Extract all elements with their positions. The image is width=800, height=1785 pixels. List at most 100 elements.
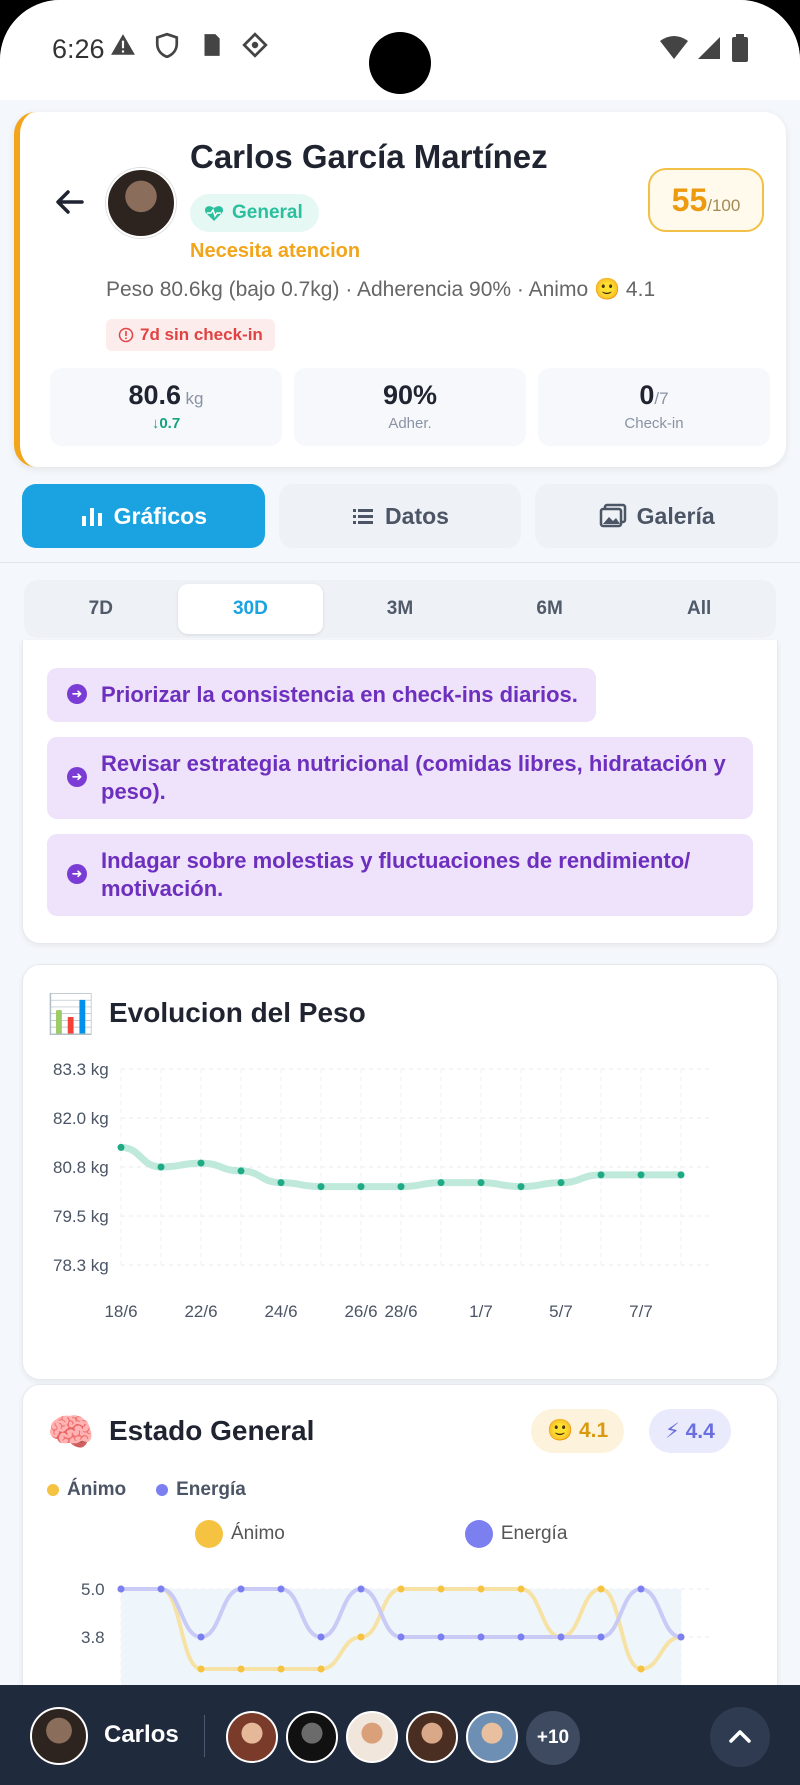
x-tick-label: 28/6 — [384, 1302, 417, 1321]
y-tick-label: 5.0 — [81, 1580, 105, 1599]
energy-average-pill: ⚡ 4.4 — [649, 1409, 731, 1453]
stat-value: 90% — [382, 380, 438, 410]
range-3m[interactable]: 3M — [327, 584, 473, 634]
series-point — [597, 1633, 605, 1641]
client-summary: Peso 80.6kg (bajo 0.7kg) · Adherencia 90… — [106, 278, 656, 301]
client-name: Carlos García Martínez — [190, 138, 548, 175]
series-point — [437, 1585, 445, 1593]
weight-point — [677, 1171, 685, 1179]
y-tick-label: 3.8 — [81, 1628, 105, 1647]
series-point — [277, 1665, 285, 1673]
weight-point — [117, 1143, 125, 1151]
status-bar: 6:26 — [0, 0, 800, 100]
divider — [204, 1715, 205, 1757]
stat-value: 0 — [639, 380, 655, 410]
current-client-avatar[interactable] — [30, 1707, 88, 1765]
series-point — [637, 1665, 645, 1673]
more-clients-button[interactable]: +10 — [526, 1711, 580, 1765]
series-point — [277, 1585, 285, 1593]
checkin-warning: 7d sin check-in — [106, 319, 275, 351]
list-icon — [353, 509, 374, 524]
legend-label: Ánimo — [231, 1523, 285, 1544]
card-title: Estado General — [109, 1415, 315, 1446]
y-tick-label: 78.3 kg — [53, 1256, 109, 1275]
brain-emoji-icon: 🧠 — [47, 1412, 95, 1454]
stat-checkin: 0/7 Check-in — [538, 368, 770, 446]
series-point — [317, 1633, 325, 1641]
series-point — [557, 1633, 565, 1641]
client-avatar-1[interactable] — [226, 1711, 278, 1763]
mood-chart-card: 🧠 Estado General 🙂 4.1 ⚡ 4.4 Ánimo Energ… — [22, 1384, 778, 1724]
tab-graficos[interactable]: Gráficos — [22, 484, 265, 548]
weight-point — [597, 1171, 605, 1179]
range-30d[interactable]: 30D — [177, 584, 324, 634]
weight-point — [157, 1163, 165, 1171]
series-point — [477, 1633, 485, 1641]
series-point — [117, 1585, 125, 1593]
range-6m[interactable]: 6M — [477, 584, 623, 634]
range-7d[interactable]: 7D — [28, 584, 174, 634]
bottom-client-switcher: Carlos +10 — [0, 1685, 800, 1785]
legend-top: Ánimo Energía — [47, 1479, 246, 1501]
legend-label: Ánimo — [67, 1479, 127, 1500]
recommendations-card: ➜ Priorizar la consistencia en check-ins… — [22, 640, 778, 944]
sd-card-icon — [204, 34, 220, 56]
series-point — [197, 1633, 205, 1641]
legend-dot-mood — [47, 1484, 59, 1496]
back-arrow-icon[interactable] — [50, 182, 90, 222]
front-camera — [369, 32, 431, 94]
mood-average-pill: 🙂 4.1 — [531, 1409, 625, 1453]
chart-emoji-icon: 📊 — [47, 994, 95, 1036]
stat-sub: ↓0.7 — [151, 415, 181, 432]
bar-chart-icon — [81, 508, 102, 526]
client-avatar-2[interactable] — [286, 1711, 338, 1763]
legend-swatch-mood — [195, 1520, 223, 1548]
series-point — [197, 1665, 205, 1673]
weight-point — [557, 1179, 565, 1187]
client-avatar-5[interactable] — [466, 1711, 518, 1763]
stat-sub: Adher. — [388, 415, 432, 432]
tab-galeria[interactable]: Galería — [535, 484, 779, 548]
series-point — [317, 1665, 325, 1673]
wifi-icon — [660, 36, 688, 59]
weight-line-chart: 83.3 kg 82.0 kg 80.8 kg 79.5 kg 78.3 kg 18/6 2… — [53, 1060, 713, 1321]
client-avatar-3[interactable] — [346, 1711, 398, 1763]
y-tick-label: 80.8 kg — [53, 1158, 109, 1177]
series-point — [237, 1665, 245, 1673]
heart-pulse-icon — [204, 206, 224, 221]
tab-datos[interactable]: Datos — [278, 484, 522, 548]
client-avatar-4[interactable] — [406, 1711, 458, 1763]
client-profile-card: Carlos García Martínez General Necesita … — [14, 112, 786, 467]
weight-point — [637, 1171, 645, 1179]
weight-point — [277, 1179, 285, 1187]
legend-label: Energía — [500, 1523, 568, 1544]
weight-chart-card: 📊 Evolucion del Peso 83.3 kg 82.0 kg 80.8 … — [22, 964, 778, 1380]
alert-circle-icon — [118, 327, 134, 343]
legend-swatch-energy — [464, 1520, 493, 1548]
series-point — [397, 1633, 405, 1641]
series-point — [517, 1585, 525, 1593]
chart-legend: Ánimo Energía — [195, 1520, 567, 1548]
score-max: /100 — [707, 196, 741, 215]
arrow-right-circle-icon: ➜ — [67, 864, 87, 884]
stat-weight: 80.6 kg ↓0.7 — [50, 368, 282, 446]
series-point — [157, 1585, 165, 1593]
weight-point — [317, 1183, 325, 1191]
x-tick-label: 5/7 — [549, 1302, 573, 1321]
expand-button[interactable] — [710, 1707, 770, 1767]
weight-point — [517, 1183, 525, 1191]
recommendation-text: Priorizar la consistencia en check-ins d… — [101, 682, 578, 707]
current-client-name: Carlos — [104, 1721, 179, 1748]
stat-unit: kg — [185, 389, 204, 408]
weight-point — [477, 1179, 485, 1187]
series-point — [397, 1585, 405, 1593]
card-title: Evolucion del Peso — [109, 997, 366, 1028]
cast-icon — [242, 32, 268, 58]
battery-icon — [732, 34, 748, 62]
stat-value: 80.6 — [128, 380, 182, 410]
signal-icon — [698, 37, 720, 59]
series-point — [677, 1633, 685, 1641]
range-all[interactable]: All — [626, 584, 772, 634]
recommendation-item: ➜ Revisar estrategia nutricional (comida… — [47, 737, 753, 819]
tab-label: Datos — [385, 502, 449, 529]
